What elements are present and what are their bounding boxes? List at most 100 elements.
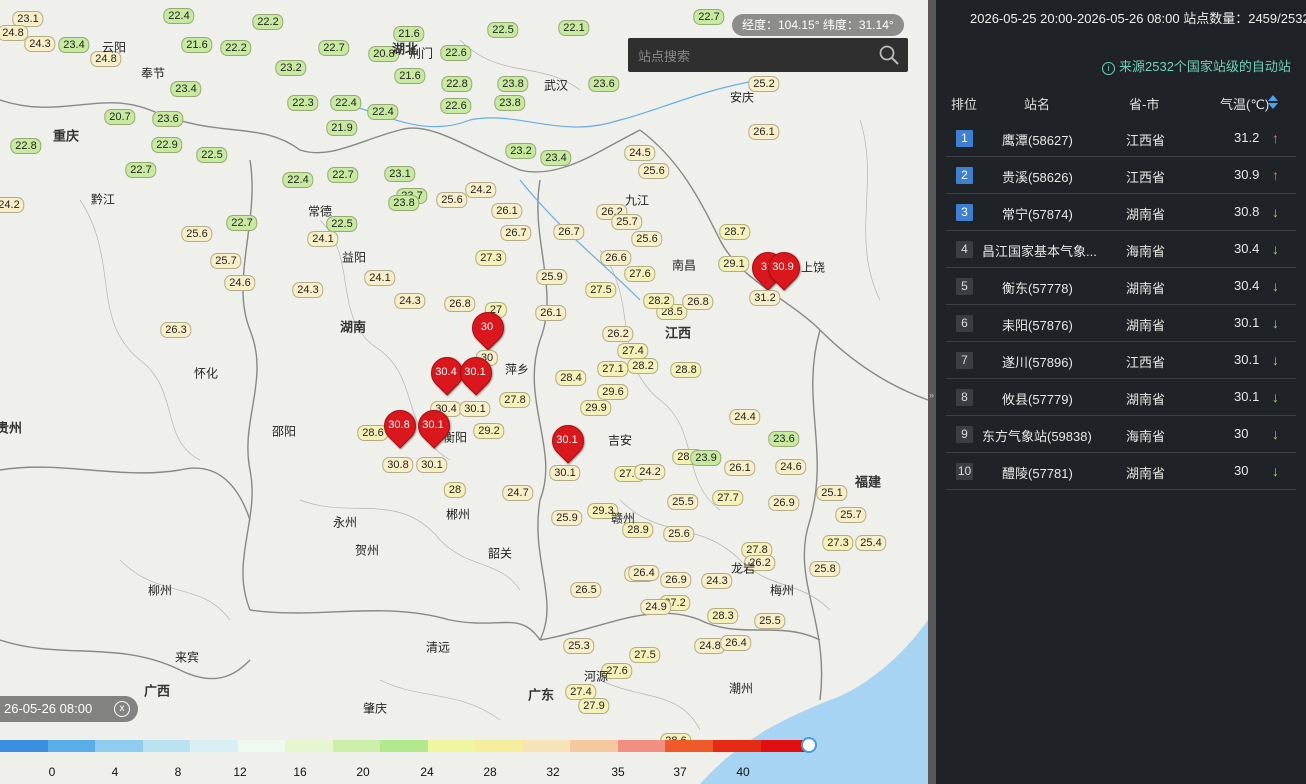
station-temp-label[interactable]: 22.5 (487, 22, 519, 38)
station-temp-label[interactable]: 29.1 (718, 256, 750, 272)
station-temp-label[interactable]: 27.1 (597, 361, 629, 377)
station-temp-label[interactable]: 26.6 (600, 250, 632, 266)
station-temp-label[interactable]: 25.5 (667, 494, 699, 510)
ranking-row[interactable]: 6 耒阳(57876) 湖南省 30.1 ↓ (946, 305, 1296, 342)
marker-value[interactable]: 30 (472, 319, 502, 335)
collapse-icon[interactable]: » (929, 390, 934, 400)
station-temp-label[interactable]: 24.5 (624, 145, 656, 161)
station-temp-label[interactable]: 27.9 (578, 698, 610, 714)
search-icon[interactable] (878, 44, 900, 66)
ranking-row[interactable]: 3 常宁(57874) 湖南省 30.8 ↓ (946, 194, 1296, 231)
station-temp-label[interactable]: 23.1 (384, 166, 416, 182)
station-temp-label[interactable]: 21.9 (326, 120, 358, 136)
station-temp-label[interactable]: 25.7 (210, 253, 242, 269)
station-temp-label[interactable]: 23.6 (152, 111, 184, 127)
station-temp-label[interactable]: 23.4 (170, 81, 202, 97)
station-temp-label[interactable]: 27.3 (822, 535, 854, 551)
station-temp-label[interactable]: 22.8 (441, 76, 473, 92)
station-temp-label[interactable]: 22.1 (558, 20, 590, 36)
station-temp-label[interactable]: 27.3 (475, 250, 507, 266)
station-temp-label[interactable]: 24.9 (640, 599, 672, 615)
station-temp-label[interactable]: 26.8 (682, 294, 714, 310)
station-temp-label[interactable]: 23.4 (540, 150, 572, 166)
station-temp-label[interactable]: 25.8 (809, 561, 841, 577)
station-temp-label[interactable]: 25.6 (631, 231, 663, 247)
station-temp-label[interactable]: 26.1 (724, 460, 756, 476)
station-temp-label[interactable]: 24.2 (0, 197, 25, 213)
station-temp-label[interactable]: 26.1 (491, 203, 523, 219)
station-temp-label[interactable]: 22.6 (440, 98, 472, 114)
station-temp-label[interactable]: 25.5 (754, 613, 786, 629)
station-temp-label[interactable]: 28.3 (707, 608, 739, 624)
station-temp-label[interactable]: 23.8 (388, 195, 420, 211)
colorbar-slider-handle[interactable] (801, 737, 817, 753)
station-temp-label[interactable]: 22.4 (163, 8, 195, 24)
station-temp-label[interactable]: 28.4 (555, 370, 587, 386)
station-temp-label[interactable]: 26.2 (602, 326, 634, 342)
station-temp-label[interactable]: 23.9 (690, 450, 722, 466)
ranking-row[interactable]: 4 昌江国家基本气象... 海南省 30.4 ↓ (946, 231, 1296, 268)
marker-value[interactable]: 30.1 (418, 417, 448, 433)
station-temp-label[interactable]: 29.2 (473, 423, 505, 439)
station-temp-label[interactable]: 29.9 (580, 400, 612, 416)
station-temp-label[interactable]: 25.6 (181, 226, 213, 242)
ranking-row[interactable]: 7 遂川(57896) 江西省 30.1 ↓ (946, 342, 1296, 379)
station-temp-label[interactable]: 25.6 (638, 163, 670, 179)
station-temp-label[interactable]: 24.3 (701, 573, 733, 589)
marker-value[interactable]: 30.9 (768, 259, 798, 275)
station-temp-label[interactable]: 28.2 (643, 293, 675, 309)
station-temp-label[interactable]: 22.7 (318, 40, 350, 56)
station-temp-label[interactable]: 24.6 (775, 459, 807, 475)
panel-divider[interactable]: » (928, 0, 936, 784)
marker-value[interactable]: 30.1 (460, 364, 490, 380)
station-temp-label[interactable]: 22.3 (287, 95, 319, 111)
station-temp-label[interactable]: 23.2 (505, 143, 537, 159)
station-temp-label[interactable]: 22.2 (252, 14, 284, 30)
station-temp-label[interactable]: 24.7 (502, 485, 534, 501)
station-temp-label[interactable]: 24.1 (364, 270, 396, 286)
ranking-row[interactable]: 10 醴陵(57781) 湖南省 30 ↓ (946, 453, 1296, 490)
station-temp-label[interactable]: 27.8 (499, 392, 531, 408)
station-temp-label[interactable]: 24.3 (292, 282, 324, 298)
search-input[interactable] (636, 44, 870, 68)
ranking-row[interactable]: 1 鹰潭(58627) 江西省 31.2 ↑ (946, 120, 1296, 157)
sort-icon[interactable] (1267, 94, 1279, 110)
ranking-row[interactable]: 8 攸县(57779) 湖南省 30.1 ↓ (946, 379, 1296, 416)
station-temp-label[interactable]: 22.8 (10, 138, 42, 154)
station-temp-label[interactable]: 26.9 (768, 495, 800, 511)
header-temperature[interactable]: 气温(℃) (1220, 94, 1269, 113)
station-temp-label[interactable]: 22.4 (367, 104, 399, 120)
marker-value[interactable]: 30.8 (384, 417, 414, 433)
marker-value[interactable]: 30.1 (552, 432, 582, 448)
station-temp-label[interactable]: 24.4 (729, 409, 761, 425)
station-temp-label[interactable]: 21.6 (394, 68, 426, 84)
station-temp-label[interactable]: 22.5 (196, 147, 228, 163)
ranking-row[interactable]: 5 衡东(57778) 湖南省 30.4 ↓ (946, 268, 1296, 305)
station-temp-label[interactable]: 26.7 (553, 224, 585, 240)
station-temp-label[interactable]: 22.4 (330, 95, 362, 111)
marker-value[interactable]: 30.4 (431, 364, 461, 380)
station-temp-label[interactable]: 25.4 (855, 535, 887, 551)
station-temp-label[interactable]: 26.1 (748, 124, 780, 140)
station-temp-label[interactable]: 25.3 (563, 638, 595, 654)
station-temp-label[interactable]: 23.8 (494, 95, 526, 111)
station-temp-label[interactable]: 23.2 (275, 60, 307, 76)
station-temp-label[interactable]: 22.6 (440, 45, 472, 61)
station-temp-label[interactable]: 24.2 (634, 464, 666, 480)
station-temp-label[interactable]: 25.9 (536, 269, 568, 285)
station-temp-label[interactable]: 25.6 (436, 192, 468, 208)
station-temp-label[interactable]: 25.7 (611, 214, 643, 230)
station-temp-label[interactable]: 26.7 (500, 225, 532, 241)
station-search-box[interactable] (628, 38, 908, 72)
station-temp-label[interactable]: 26.8 (444, 296, 476, 312)
station-temp-label[interactable]: 27.4 (617, 343, 649, 359)
station-temp-label[interactable]: 21.6 (181, 37, 213, 53)
station-temp-label[interactable]: 26.1 (535, 305, 567, 321)
station-temp-label[interactable]: 26.4 (720, 635, 752, 651)
station-temp-label[interactable]: 24.6 (224, 275, 256, 291)
station-temp-label[interactable]: 26.5 (570, 582, 602, 598)
station-temp-label[interactable]: 23.6 (588, 76, 620, 92)
station-temp-label[interactable]: 22.7 (327, 167, 359, 183)
station-temp-label[interactable]: 25.1 (816, 485, 848, 501)
station-temp-label[interactable]: 28 (443, 482, 467, 498)
